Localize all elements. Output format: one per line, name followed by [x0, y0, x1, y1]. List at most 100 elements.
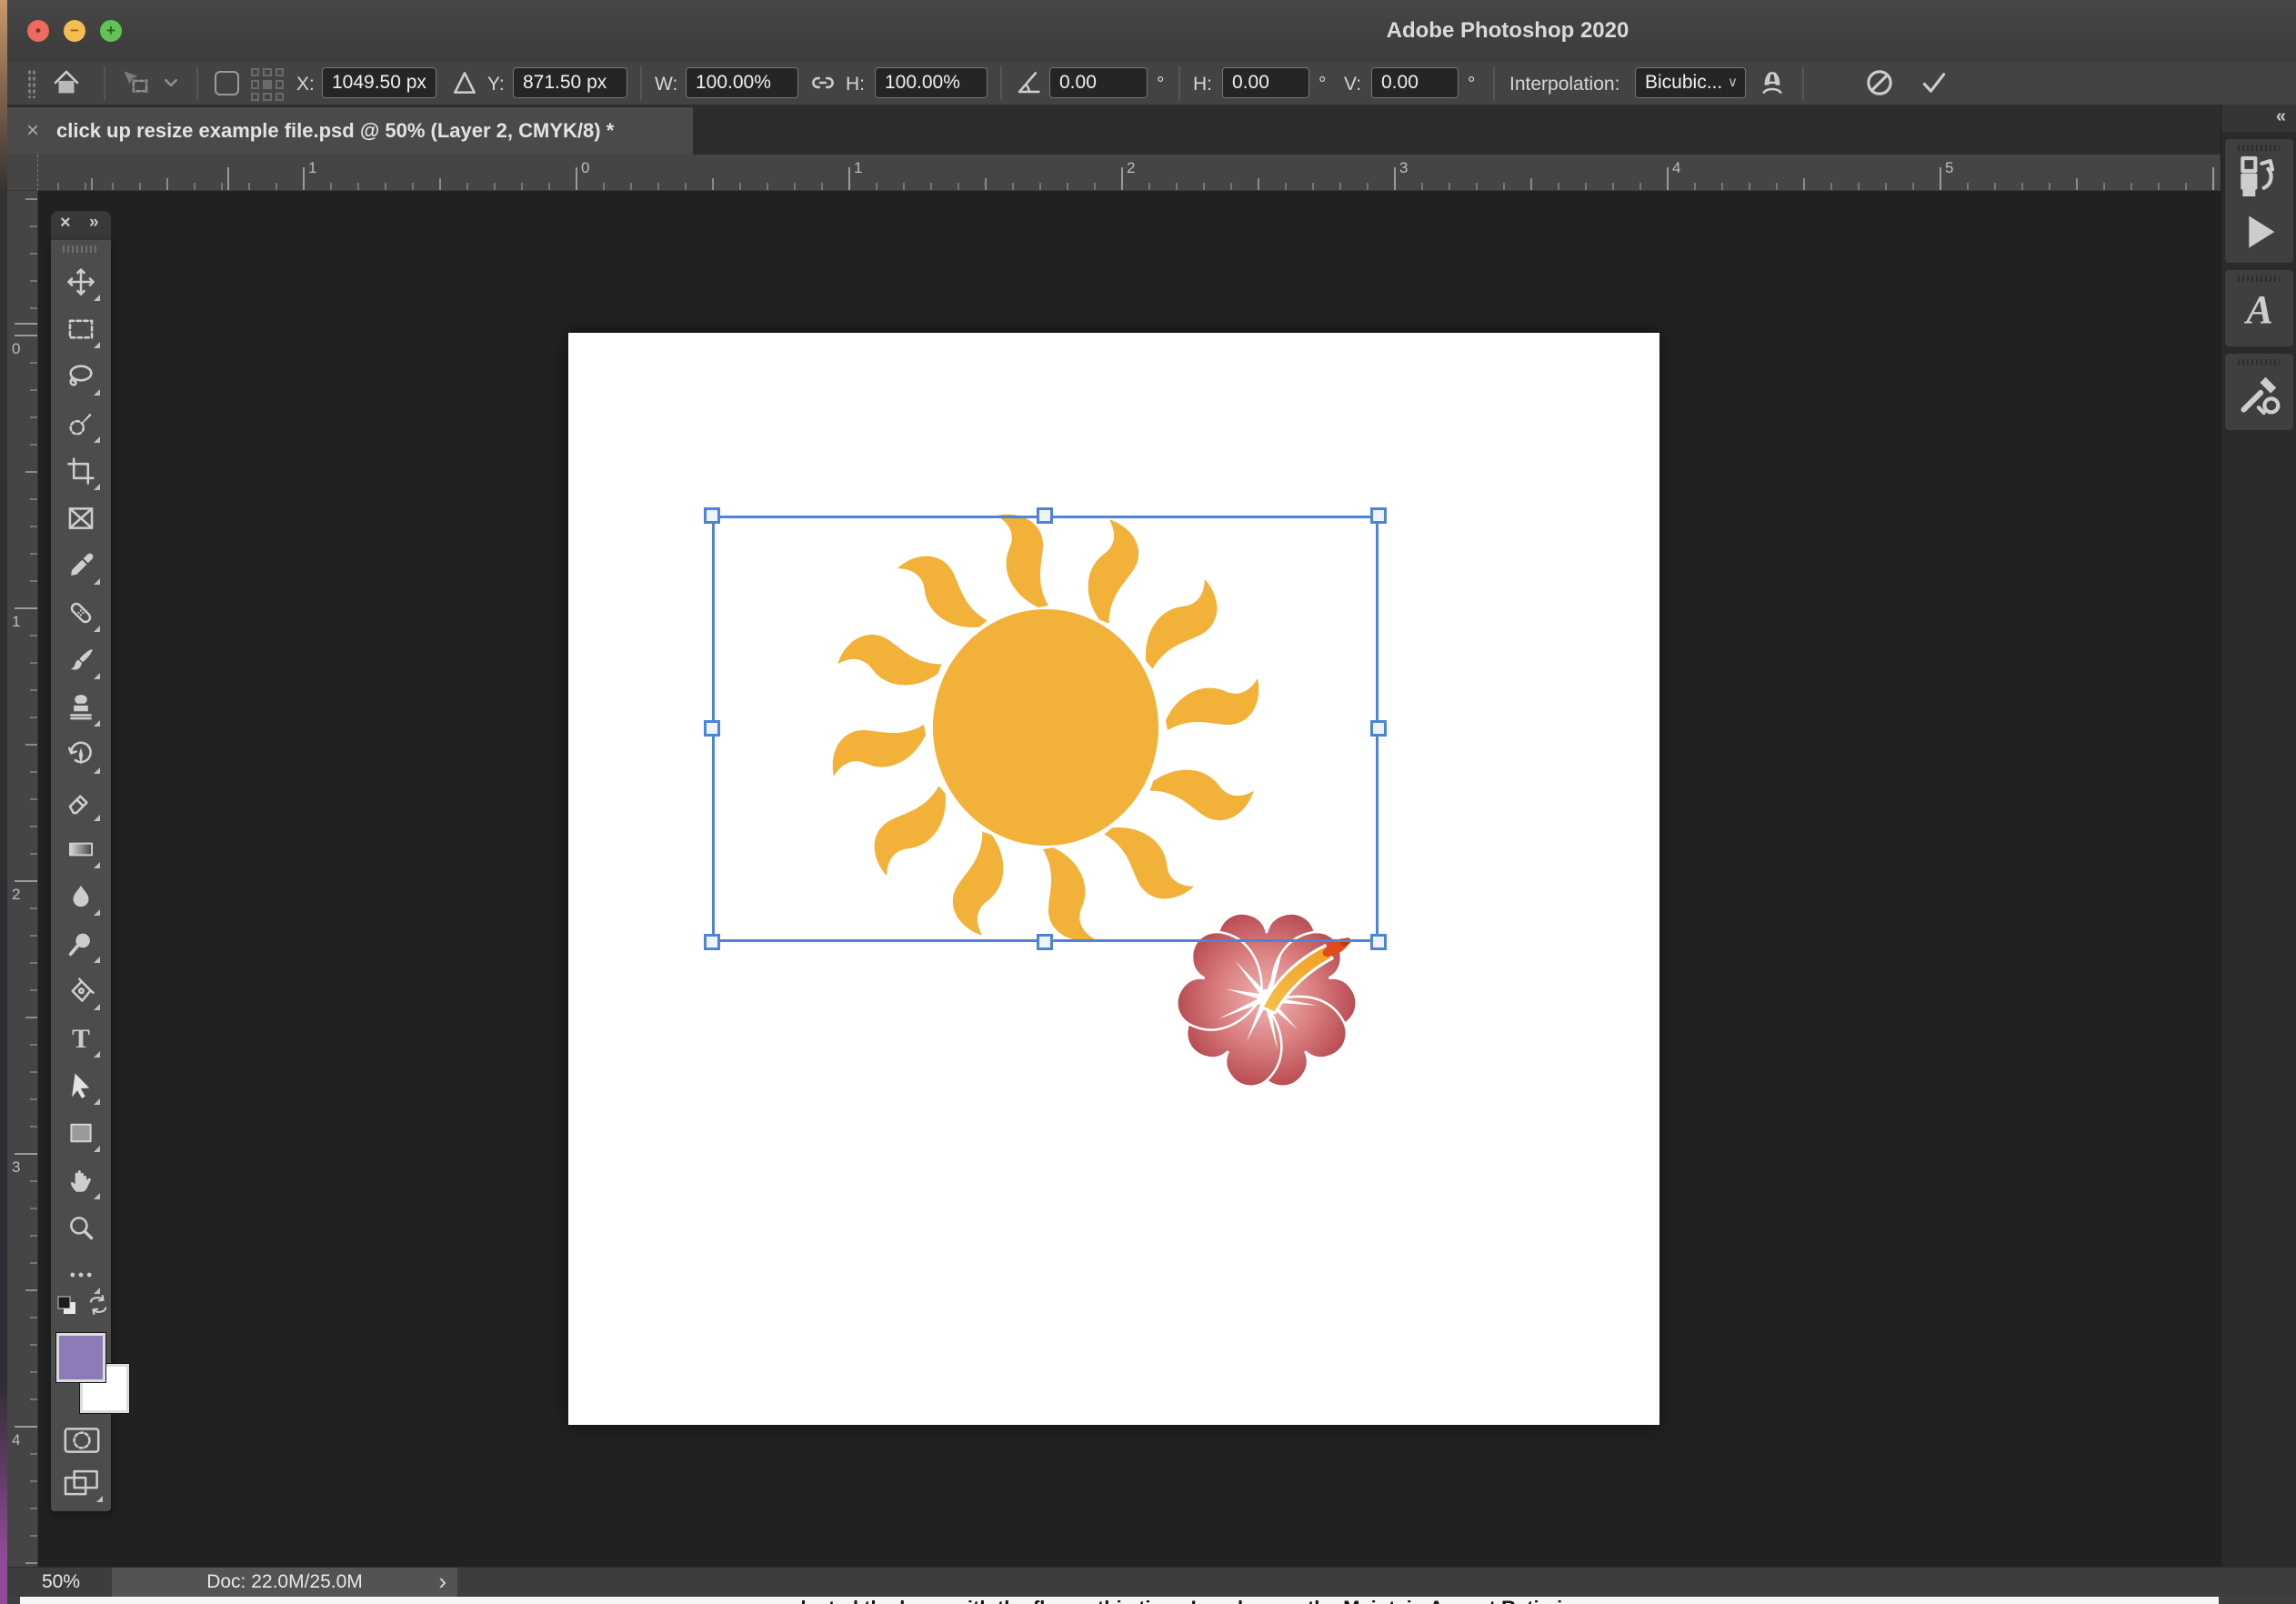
rectangular-marquee-tool[interactable] — [61, 309, 101, 349]
tools-panel: × » T — [51, 211, 130, 1511]
status-chevron-icon[interactable]: › — [438, 1568, 446, 1597]
transform-handle-bottom-center[interactable] — [1037, 934, 1053, 950]
transform-handle-middle-left[interactable] — [704, 720, 720, 737]
h-skew-field[interactable]: 0.00 — [1222, 67, 1309, 98]
expand-panel-icon[interactable]: » — [89, 213, 99, 233]
ruler-label: 2 — [12, 886, 21, 903]
tools-panel-header: × » — [51, 211, 111, 240]
width-label: W: — [655, 74, 678, 95]
height-field[interactable]: 100.00% — [875, 67, 988, 98]
ruler-label: 0 — [12, 340, 21, 357]
dock-group-toolkit — [2225, 354, 2293, 430]
height-label: H: — [846, 74, 865, 95]
history-brush-tool[interactable] — [61, 735, 101, 775]
default-colors-icon[interactable] — [56, 1295, 78, 1317]
background-document: selected the layer with the flower this … — [20, 1597, 2219, 1604]
v-skew-field[interactable]: 0.00 — [1371, 67, 1459, 98]
document-tab[interactable]: × click up resize example file.psd @ 50%… — [7, 107, 693, 155]
ruler-label: 5 — [1945, 159, 1954, 176]
transform-handle-top-center[interactable] — [1037, 507, 1053, 524]
eyedropper-tool[interactable] — [61, 546, 101, 586]
zoom-window-button[interactable]: + — [100, 20, 122, 42]
path-selection-tool[interactable] — [61, 1066, 101, 1106]
transform-handle-top-left[interactable] — [704, 507, 720, 524]
transform-handle-top-right[interactable] — [1370, 507, 1387, 524]
glyphs-panel-button[interactable]: A — [2234, 285, 2285, 336]
maintain-aspect-ratio-icon[interactable] — [807, 67, 838, 98]
document-canvas[interactable] — [568, 333, 1659, 1425]
quick-mask-mode-icon[interactable] — [63, 1426, 101, 1455]
horizontal-ruler[interactable]: 1 0 1 2 3 4 5 — [38, 155, 2296, 191]
width-field[interactable]: 100.00% — [686, 67, 798, 98]
pasteboard[interactable] — [38, 191, 2221, 1567]
screen-mode-icon[interactable] — [63, 1468, 103, 1502]
dock-group-glyphs: A — [2225, 270, 2293, 346]
close-tab-icon[interactable]: × — [20, 118, 45, 144]
close-window-button[interactable]: • — [27, 20, 49, 42]
desktop-edge — [0, 0, 7, 1604]
quick-selection-tool[interactable] — [61, 404, 101, 444]
dock-grip[interactable] — [2238, 359, 2280, 366]
background-document-text: selected the layer with the flower this … — [778, 1597, 1641, 1604]
ruler-label: 4 — [1672, 159, 1681, 176]
divider — [104, 66, 105, 100]
blur-tool[interactable] — [61, 877, 101, 917]
tool-preset-icon[interactable] — [120, 67, 151, 98]
gradient-tool[interactable] — [61, 829, 101, 869]
divider — [1493, 66, 1495, 100]
swap-colors-icon[interactable] — [85, 1293, 111, 1317]
relative-position-icon[interactable] — [449, 67, 480, 98]
dock-grip[interactable] — [2238, 145, 2280, 151]
brush-tool[interactable] — [61, 640, 101, 680]
x-position-field[interactable]: 1049.50 px — [322, 67, 436, 98]
rotation-field[interactable]: 0.00 — [1049, 67, 1148, 98]
degree-symbol: ° — [1157, 74, 1165, 95]
toolkit-panel-button[interactable] — [2234, 368, 2285, 419]
interpolation-label: Interpolation: — [1509, 74, 1620, 95]
transform-handle-middle-right[interactable] — [1370, 720, 1387, 737]
type-tool[interactable]: T — [61, 1018, 101, 1058]
type-tool-letter: T — [72, 1024, 90, 1054]
move-tool[interactable] — [61, 262, 101, 302]
pen-tool[interactable] — [61, 971, 101, 1011]
foreground-color-swatch[interactable] — [55, 1332, 106, 1383]
ruler-origin-corner[interactable] — [7, 155, 38, 191]
transform-handle-bottom-right[interactable] — [1370, 934, 1387, 950]
zoom-tool[interactable] — [61, 1208, 101, 1248]
options-grip[interactable] — [27, 69, 36, 98]
spot-healing-brush-tool[interactable] — [61, 593, 101, 633]
edit-toolbar-ellipsis[interactable] — [61, 1255, 101, 1295]
zoom-level-field[interactable]: 50% — [42, 1568, 80, 1597]
history-panel-button[interactable] — [2234, 152, 2285, 203]
hand-tool[interactable] — [61, 1160, 101, 1200]
chevron-down-icon[interactable] — [160, 67, 182, 98]
document-size-info[interactable]: Doc: 22.0M/25.0M › — [112, 1568, 457, 1597]
chevron-down-icon: ∨ — [1728, 75, 1738, 90]
commit-transform-icon[interactable] — [1919, 67, 1950, 98]
reference-point-locator-icon[interactable] — [251, 68, 284, 101]
rectangle-tool[interactable] — [61, 1113, 101, 1153]
dock-grip[interactable] — [2238, 276, 2280, 282]
expand-dock-icon[interactable]: « — [2276, 106, 2286, 127]
y-position-field[interactable]: 871.50 px — [513, 67, 627, 98]
actions-panel-button[interactable] — [2234, 206, 2285, 257]
eraser-tool[interactable] — [61, 782, 101, 822]
interpolation-dropdown[interactable]: Bicubic... ∨ — [1635, 67, 1746, 98]
frame-tool[interactable] — [61, 498, 101, 538]
vertical-ruler[interactable]: 0 1 2 3 4 — [7, 191, 38, 1567]
dodge-tool[interactable] — [61, 924, 101, 964]
home-icon[interactable] — [51, 67, 82, 98]
clone-stamp-tool[interactable] — [61, 687, 101, 727]
toggle-reference-point-checkbox[interactable] — [215, 71, 239, 95]
cancel-transform-icon[interactable] — [1864, 67, 1895, 98]
window-title: Adobe Photoshop 2020 — [1386, 18, 1629, 43]
crop-tool[interactable] — [61, 451, 101, 491]
close-panel-icon[interactable]: × — [60, 213, 71, 234]
tools-panel-grip[interactable] — [63, 246, 99, 253]
minimize-window-button[interactable]: − — [64, 20, 85, 42]
transform-handle-bottom-left[interactable] — [704, 934, 720, 950]
transform-bounding-box[interactable] — [712, 516, 1379, 942]
minimize-icon: − — [70, 22, 79, 39]
lasso-tool[interactable] — [61, 356, 101, 396]
warp-mode-icon[interactable] — [1757, 67, 1788, 98]
